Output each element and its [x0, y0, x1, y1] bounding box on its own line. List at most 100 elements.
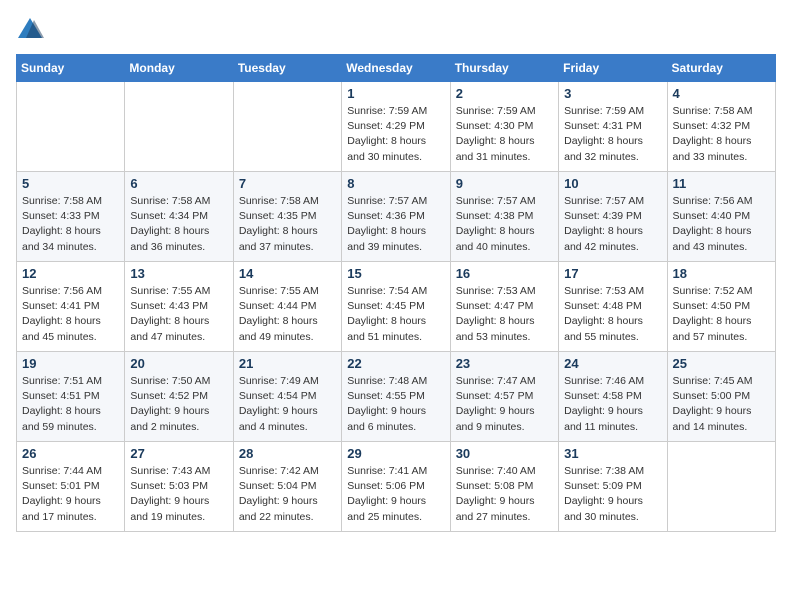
- day-number: 22: [347, 356, 444, 371]
- day-detail: Sunrise: 7:59 AM Sunset: 4:29 PM Dayligh…: [347, 104, 444, 165]
- calendar-cell: 21Sunrise: 7:49 AM Sunset: 4:54 PM Dayli…: [233, 352, 341, 442]
- day-number: 10: [564, 176, 661, 191]
- day-number: 28: [239, 446, 336, 461]
- calendar-cell: 18 Sunrise: 7:52 AM Sunset: 4:50 PM Dayli…: [667, 262, 775, 352]
- day-header-thursday: Thursday: [450, 55, 558, 82]
- day-number: 21: [239, 356, 336, 371]
- calendar-cell: 23 Sunrise: 7:47 AM Sunset: 4:57 PM Dayli…: [450, 352, 558, 442]
- day-number: 16: [456, 266, 553, 281]
- day-header-sunday: Sunday: [17, 55, 125, 82]
- day-number: 24: [564, 356, 661, 371]
- calendar-cell: 28 Sunrise: 7:42 AM Sunset: 5:04 PM Dayli…: [233, 442, 341, 532]
- day-number: 8: [347, 176, 444, 191]
- calendar-cell: 8Sunrise: 7:57 AM Sunset: 4:36 PM Daylig…: [342, 172, 450, 262]
- day-detail: Sunrise: 7:50 AM Sunset: 4:52 PM Dayligh…: [130, 374, 227, 435]
- day-number: 3: [564, 86, 661, 101]
- calendar-cell: 10 Sunrise: 7:57 AM Sunset: 4:39 PM Dayli…: [559, 172, 667, 262]
- calendar-cell: 20 Sunrise: 7:50 AM Sunset: 4:52 PM Dayli…: [125, 352, 233, 442]
- day-number: 13: [130, 266, 227, 281]
- day-detail: Sunrise: 7:59 AM Sunset: 4:30 PM Dayligh…: [456, 104, 553, 165]
- calendar-cell: 3 Sunrise: 7:59 AM Sunset: 4:31 PM Daylig…: [559, 82, 667, 172]
- day-detail: Sunrise: 7:55 AM Sunset: 4:44 PM Dayligh…: [239, 284, 336, 345]
- day-number: 9: [456, 176, 553, 191]
- day-detail: Sunrise: 7:43 AM Sunset: 5:03 PM Dayligh…: [130, 464, 227, 525]
- day-header-friday: Friday: [559, 55, 667, 82]
- day-number: 14: [239, 266, 336, 281]
- calendar-cell: 30 Sunrise: 7:40 AM Sunset: 5:08 PM Dayli…: [450, 442, 558, 532]
- week-row-4: 19 Sunrise: 7:51 AM Sunset: 4:51 PM Dayli…: [17, 352, 776, 442]
- calendar-cell: 13 Sunrise: 7:55 AM Sunset: 4:43 PM Dayli…: [125, 262, 233, 352]
- day-number: 17: [564, 266, 661, 281]
- day-detail: Sunrise: 7:45 AM Sunset: 5:00 PM Dayligh…: [673, 374, 770, 435]
- week-row-1: 1 Sunrise: 7:59 AM Sunset: 4:29 PM Daylig…: [17, 82, 776, 172]
- week-row-3: 12Sunrise: 7:56 AM Sunset: 4:41 PM Dayli…: [17, 262, 776, 352]
- calendar-cell: 1 Sunrise: 7:59 AM Sunset: 4:29 PM Daylig…: [342, 82, 450, 172]
- day-number: 20: [130, 356, 227, 371]
- day-detail: Sunrise: 7:48 AM Sunset: 4:55 PM Dayligh…: [347, 374, 444, 435]
- day-number: 19: [22, 356, 119, 371]
- calendar-table: SundayMondayTuesdayWednesdayThursdayFrid…: [16, 54, 776, 532]
- day-detail: Sunrise: 7:54 AM Sunset: 4:45 PM Dayligh…: [347, 284, 444, 345]
- calendar-cell: 15Sunrise: 7:54 AM Sunset: 4:45 PM Dayli…: [342, 262, 450, 352]
- day-detail: Sunrise: 7:44 AM Sunset: 5:01 PM Dayligh…: [22, 464, 119, 525]
- page-header: [16, 16, 776, 44]
- calendar-cell: [667, 442, 775, 532]
- day-detail: Sunrise: 7:58 AM Sunset: 4:35 PM Dayligh…: [239, 194, 336, 255]
- calendar-cell: 31Sunrise: 7:38 AM Sunset: 5:09 PM Dayli…: [559, 442, 667, 532]
- day-detail: Sunrise: 7:58 AM Sunset: 4:33 PM Dayligh…: [22, 194, 119, 255]
- day-detail: Sunrise: 7:56 AM Sunset: 4:41 PM Dayligh…: [22, 284, 119, 345]
- day-detail: Sunrise: 7:55 AM Sunset: 4:43 PM Dayligh…: [130, 284, 227, 345]
- day-detail: Sunrise: 7:59 AM Sunset: 4:31 PM Dayligh…: [564, 104, 661, 165]
- day-number: 7: [239, 176, 336, 191]
- calendar-cell: 26 Sunrise: 7:44 AM Sunset: 5:01 PM Dayli…: [17, 442, 125, 532]
- day-number: 31: [564, 446, 661, 461]
- day-detail: Sunrise: 7:58 AM Sunset: 4:32 PM Dayligh…: [673, 104, 770, 165]
- day-detail: Sunrise: 7:42 AM Sunset: 5:04 PM Dayligh…: [239, 464, 336, 525]
- day-number: 11: [673, 176, 770, 191]
- day-detail: Sunrise: 7:51 AM Sunset: 4:51 PM Dayligh…: [22, 374, 119, 435]
- day-header-tuesday: Tuesday: [233, 55, 341, 82]
- day-number: 26: [22, 446, 119, 461]
- day-detail: Sunrise: 7:58 AM Sunset: 4:34 PM Dayligh…: [130, 194, 227, 255]
- day-detail: Sunrise: 7:53 AM Sunset: 4:48 PM Dayligh…: [564, 284, 661, 345]
- day-header-monday: Monday: [125, 55, 233, 82]
- day-number: 2: [456, 86, 553, 101]
- calendar-cell: 11Sunrise: 7:56 AM Sunset: 4:40 PM Dayli…: [667, 172, 775, 262]
- calendar-cell: 24Sunrise: 7:46 AM Sunset: 4:58 PM Dayli…: [559, 352, 667, 442]
- calendar-cell: 9 Sunrise: 7:57 AM Sunset: 4:38 PM Daylig…: [450, 172, 558, 262]
- calendar-cell: 14 Sunrise: 7:55 AM Sunset: 4:44 PM Dayli…: [233, 262, 341, 352]
- calendar-cell: 27 Sunrise: 7:43 AM Sunset: 5:03 PM Dayli…: [125, 442, 233, 532]
- day-number: 23: [456, 356, 553, 371]
- day-detail: Sunrise: 7:57 AM Sunset: 4:39 PM Dayligh…: [564, 194, 661, 255]
- calendar-cell: [125, 82, 233, 172]
- day-number: 30: [456, 446, 553, 461]
- day-number: 4: [673, 86, 770, 101]
- calendar-cell: 16Sunrise: 7:53 AM Sunset: 4:47 PM Dayli…: [450, 262, 558, 352]
- day-number: 25: [673, 356, 770, 371]
- day-number: 1: [347, 86, 444, 101]
- day-header-saturday: Saturday: [667, 55, 775, 82]
- calendar-cell: 6 Sunrise: 7:58 AM Sunset: 4:34 PM Daylig…: [125, 172, 233, 262]
- calendar-cell: 2 Sunrise: 7:59 AM Sunset: 4:30 PM Daylig…: [450, 82, 558, 172]
- calendar-cell: 12Sunrise: 7:56 AM Sunset: 4:41 PM Dayli…: [17, 262, 125, 352]
- day-detail: Sunrise: 7:52 AM Sunset: 4:50 PM Dayligh…: [673, 284, 770, 345]
- day-number: 27: [130, 446, 227, 461]
- calendar-cell: 22 Sunrise: 7:48 AM Sunset: 4:55 PM Dayli…: [342, 352, 450, 442]
- day-number: 18: [673, 266, 770, 281]
- day-detail: Sunrise: 7:41 AM Sunset: 5:06 PM Dayligh…: [347, 464, 444, 525]
- day-number: 29: [347, 446, 444, 461]
- calendar-cell: 19 Sunrise: 7:51 AM Sunset: 4:51 PM Dayli…: [17, 352, 125, 442]
- logo: [16, 16, 48, 44]
- calendar-cell: 7 Sunrise: 7:58 AM Sunset: 4:35 PM Daylig…: [233, 172, 341, 262]
- day-number: 6: [130, 176, 227, 191]
- calendar-header-row: SundayMondayTuesdayWednesdayThursdayFrid…: [17, 55, 776, 82]
- day-detail: Sunrise: 7:47 AM Sunset: 4:57 PM Dayligh…: [456, 374, 553, 435]
- day-detail: Sunrise: 7:57 AM Sunset: 4:38 PM Dayligh…: [456, 194, 553, 255]
- calendar-cell: 25 Sunrise: 7:45 AM Sunset: 5:00 PM Dayli…: [667, 352, 775, 442]
- day-number: 5: [22, 176, 119, 191]
- calendar-cell: 5 Sunrise: 7:58 AM Sunset: 4:33 PM Daylig…: [17, 172, 125, 262]
- calendar-cell: 17 Sunrise: 7:53 AM Sunset: 4:48 PM Dayli…: [559, 262, 667, 352]
- day-detail: Sunrise: 7:40 AM Sunset: 5:08 PM Dayligh…: [456, 464, 553, 525]
- week-row-2: 5 Sunrise: 7:58 AM Sunset: 4:33 PM Daylig…: [17, 172, 776, 262]
- calendar-cell: 4 Sunrise: 7:58 AM Sunset: 4:32 PM Daylig…: [667, 82, 775, 172]
